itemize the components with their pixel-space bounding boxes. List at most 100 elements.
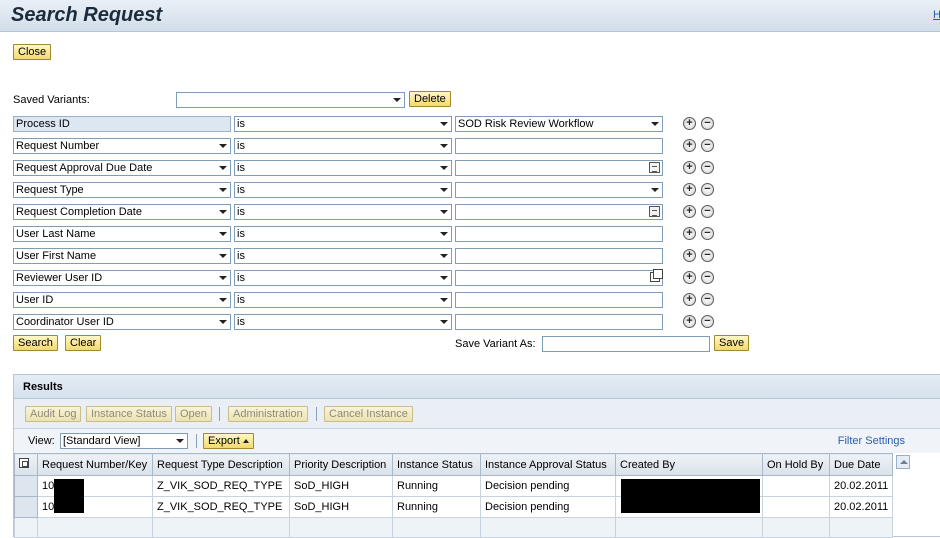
criteria-value-input[interactable] bbox=[455, 138, 663, 154]
save-variant-input[interactable] bbox=[542, 336, 710, 352]
column-settings-icon[interactable] bbox=[19, 458, 29, 468]
table-cell bbox=[762, 475, 830, 497]
minus-circle-icon[interactable]: − bbox=[701, 183, 714, 196]
chevron-down-icon bbox=[440, 276, 448, 280]
criteria-operator-select[interactable]: is bbox=[234, 226, 452, 242]
scroll-up-icon[interactable] bbox=[896, 455, 910, 469]
plus-circle-icon[interactable]: + bbox=[683, 249, 696, 262]
delete-variant-button[interactable]: Delete bbox=[409, 91, 451, 107]
plus-circle-icon[interactable]: + bbox=[683, 117, 696, 130]
audit-log-button[interactable]: Audit Log bbox=[25, 406, 82, 422]
calendar-icon[interactable] bbox=[649, 206, 660, 217]
view-select[interactable]: [Standard View] bbox=[60, 433, 188, 449]
minus-circle-icon[interactable]: − bbox=[701, 139, 714, 152]
minus-circle-icon[interactable]: − bbox=[701, 271, 714, 284]
filter-settings-link[interactable]: Filter Settings bbox=[838, 435, 905, 447]
value-help-icon[interactable] bbox=[650, 269, 663, 282]
column-header[interactable]: Request Number/Key bbox=[37, 453, 153, 476]
saved-variants-select[interactable] bbox=[176, 92, 405, 108]
save-variant-button[interactable]: Save bbox=[714, 335, 750, 351]
plus-circle-icon[interactable]: + bbox=[683, 139, 696, 152]
plus-circle-icon[interactable]: + bbox=[683, 227, 696, 240]
criteria-field-select[interactable]: Request Approval Due Date bbox=[13, 160, 231, 176]
criteria-operator-select[interactable]: is bbox=[234, 314, 452, 330]
criteria-operator-select[interactable]: is bbox=[234, 138, 452, 154]
criteria-value-input[interactable] bbox=[455, 248, 663, 264]
criteria-operator-select[interactable]: is bbox=[234, 160, 452, 176]
criteria-field-select[interactable]: Request Number bbox=[13, 138, 231, 154]
criteria-value-select[interactable] bbox=[455, 182, 663, 198]
column-header[interactable]: On Hold By bbox=[762, 453, 830, 476]
criteria-field-select[interactable]: Reviewer User ID bbox=[13, 270, 231, 286]
saved-variants-label: Saved Variants: bbox=[13, 94, 90, 106]
criteria-value-input[interactable] bbox=[455, 292, 663, 308]
minus-circle-icon[interactable]: − bbox=[701, 315, 714, 328]
table-row[interactable]: 10 Z_VIK_SOD_REQ_TYPE SoD_HIGH Running D… bbox=[14, 496, 894, 518]
row-selector[interactable] bbox=[14, 475, 38, 497]
chevron-down-icon bbox=[440, 188, 448, 192]
redaction-block bbox=[621, 479, 760, 513]
table-row[interactable]: 10 Z_VIK_SOD_REQ_TYPE SoD_HIGH Running D… bbox=[14, 475, 894, 497]
criteria-field-select[interactable]: Request Type bbox=[13, 182, 231, 198]
criteria-field-select[interactable]: User ID bbox=[13, 292, 231, 308]
criteria-value-select[interactable]: SOD Risk Review Workflow bbox=[455, 116, 663, 132]
chevron-down-icon bbox=[440, 210, 448, 214]
criteria-value-input[interactable] bbox=[455, 160, 663, 176]
minus-circle-icon[interactable]: − bbox=[701, 161, 714, 174]
chevron-down-icon bbox=[219, 320, 227, 324]
plus-circle-icon[interactable]: + bbox=[683, 315, 696, 328]
column-header[interactable]: Created By bbox=[615, 453, 763, 476]
criteria-field-select[interactable]: User Last Name bbox=[13, 226, 231, 242]
criteria-operator-select[interactable]: is bbox=[234, 292, 452, 308]
chevron-down-icon bbox=[219, 254, 227, 258]
column-header[interactable]: Priority Description bbox=[289, 453, 393, 476]
chevron-down-icon bbox=[176, 439, 184, 443]
minus-circle-icon[interactable]: − bbox=[701, 249, 714, 262]
plus-circle-icon[interactable]: + bbox=[683, 293, 696, 306]
cancel-instance-button[interactable]: Cancel Instance bbox=[324, 406, 413, 422]
row-selector[interactable] bbox=[14, 496, 38, 518]
toolbar-separator bbox=[196, 434, 197, 448]
open-button[interactable]: Open bbox=[175, 406, 212, 422]
column-header[interactable]: Instance Status bbox=[392, 453, 481, 476]
administration-button[interactable]: Administration bbox=[228, 406, 308, 422]
close-button[interactable]: Close bbox=[13, 44, 52, 60]
results-toolbar: Audit Log Instance Status Open Administr… bbox=[14, 399, 940, 429]
clear-button[interactable]: Clear bbox=[65, 335, 102, 351]
page-title: Search Request bbox=[11, 4, 163, 26]
criteria-field-select[interactable]: Coordinator User ID bbox=[13, 314, 231, 330]
toolbar-separator bbox=[219, 407, 220, 421]
plus-circle-icon[interactable]: + bbox=[683, 271, 696, 284]
criteria-operator-select[interactable]: is bbox=[234, 204, 452, 220]
plus-circle-icon[interactable]: + bbox=[683, 205, 696, 218]
criteria-operator-select[interactable]: is bbox=[234, 182, 452, 198]
criteria-operator-select[interactable]: is bbox=[234, 270, 452, 286]
column-header[interactable]: Instance Approval Status bbox=[480, 453, 616, 476]
instance-status-button[interactable]: Instance Status bbox=[86, 406, 172, 422]
plus-circle-icon[interactable]: + bbox=[683, 183, 696, 196]
minus-circle-icon[interactable]: − bbox=[701, 117, 714, 130]
search-button[interactable]: Search bbox=[13, 335, 58, 351]
calendar-icon[interactable] bbox=[649, 162, 660, 173]
criteria-value-input[interactable] bbox=[455, 314, 663, 330]
minus-circle-icon[interactable]: − bbox=[701, 205, 714, 218]
chevron-down-icon bbox=[219, 298, 227, 302]
minus-circle-icon[interactable]: − bbox=[701, 293, 714, 306]
chevron-down-icon bbox=[219, 276, 227, 280]
plus-circle-icon[interactable]: + bbox=[683, 161, 696, 174]
criteria-operator-select[interactable]: is bbox=[234, 116, 452, 132]
help-link[interactable]: H bbox=[933, 9, 940, 21]
column-header[interactable]: Due Date bbox=[828, 453, 894, 476]
column-header[interactable]: Request Type Description bbox=[152, 453, 290, 476]
criteria-field-select[interactable]: User First Name bbox=[13, 248, 231, 264]
export-button[interactable]: Export bbox=[203, 433, 254, 449]
criteria-value-input[interactable] bbox=[455, 269, 663, 286]
minus-circle-icon[interactable]: − bbox=[701, 227, 714, 240]
criteria-field-select[interactable]: Request Completion Date bbox=[13, 204, 231, 220]
criteria-value-input[interactable] bbox=[455, 204, 663, 220]
criteria-operator-select[interactable]: is bbox=[234, 248, 452, 264]
table-cell: Decision pending bbox=[480, 475, 616, 497]
title-bar: Search Request H bbox=[0, 0, 940, 32]
column-settings-cell[interactable] bbox=[14, 453, 38, 476]
criteria-value-input[interactable] bbox=[455, 226, 663, 242]
